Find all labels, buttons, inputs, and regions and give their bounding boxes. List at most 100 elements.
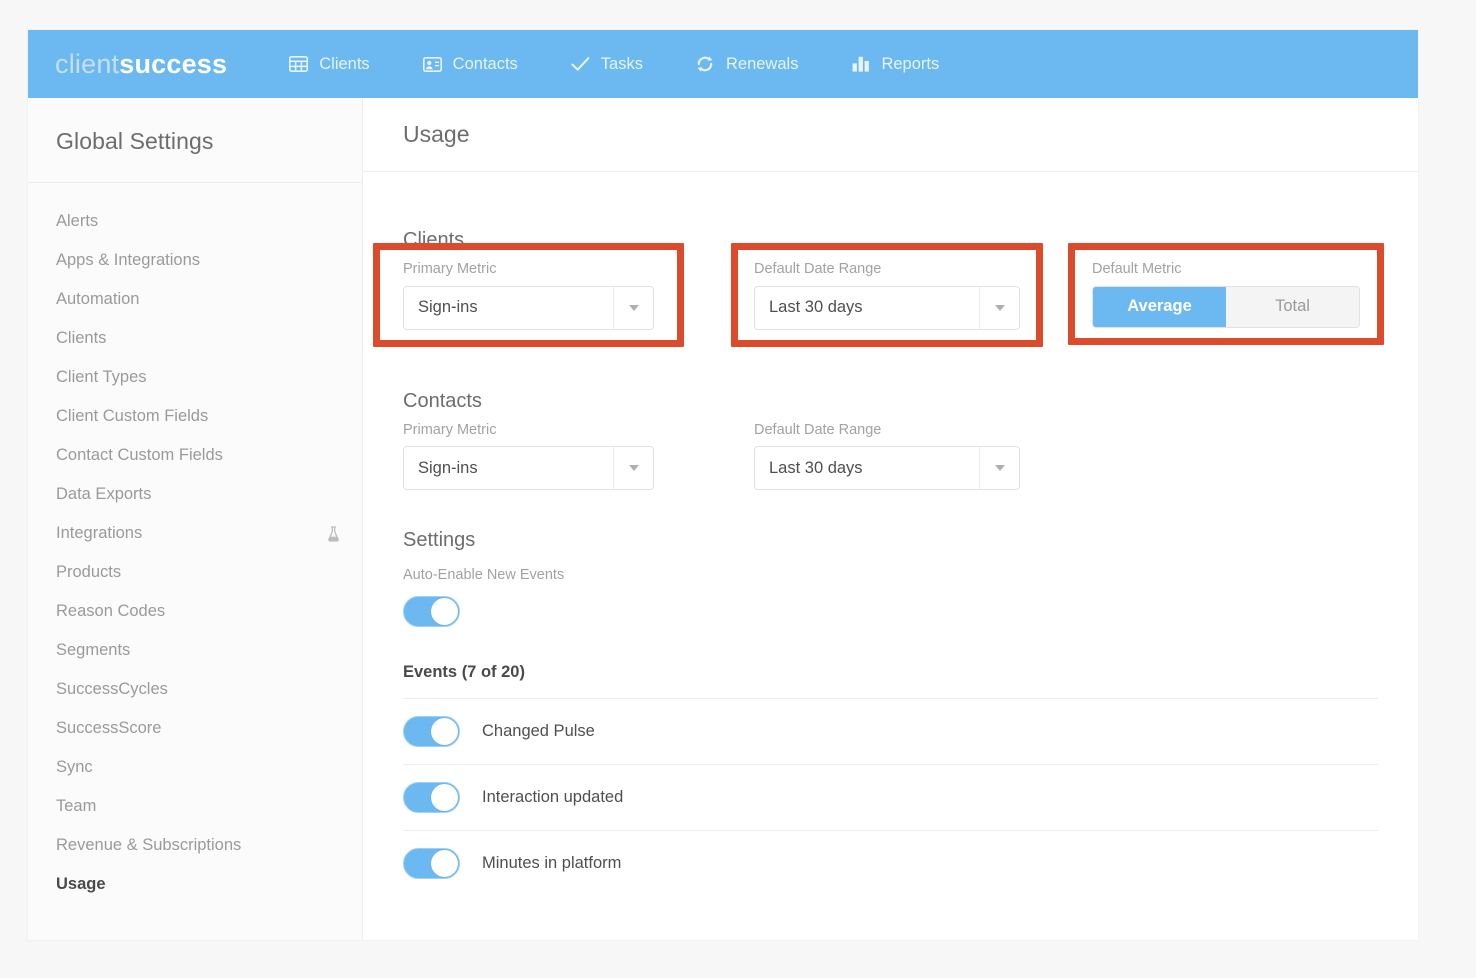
settings-section-heading: Settings bbox=[403, 529, 476, 551]
sidebar-item-label: Client Types bbox=[56, 368, 147, 386]
page-gutter-left bbox=[0, 0, 28, 978]
contacts-default-date-range-value: Last 30 days bbox=[769, 458, 863, 477]
contact-card-icon bbox=[422, 55, 442, 74]
sidebar-item-data-exports[interactable]: Data Exports bbox=[28, 475, 362, 514]
sidebar-item-contact-custom-fields[interactable]: Contact Custom Fields bbox=[28, 436, 362, 475]
toggle-knob bbox=[431, 597, 458, 625]
nav-item-contacts[interactable]: Contacts bbox=[422, 54, 518, 74]
chevron-down-icon[interactable] bbox=[613, 447, 653, 489]
sidebar-item-label: SuccessScore bbox=[56, 719, 162, 737]
sidebar-item-label: Automation bbox=[56, 290, 140, 308]
app-body: Global Settings Alerts Apps & Integratio… bbox=[28, 98, 1418, 940]
logo-text-client: client bbox=[55, 48, 120, 79]
sidebar-item-label: Alerts bbox=[56, 212, 99, 230]
clients-default-date-range-value: Last 30 days bbox=[769, 298, 863, 316]
sidebar-item-client-custom-fields[interactable]: Client Custom Fields bbox=[28, 397, 362, 436]
events-list: Changed Pulse Interaction updated Minute… bbox=[403, 697, 1378, 896]
nav-item-contacts-label: Contacts bbox=[452, 54, 518, 73]
page-gutter-bottom bbox=[0, 940, 1476, 978]
sidebar-item-revenue-subscriptions[interactable]: Revenue & Subscriptions bbox=[28, 826, 362, 865]
event-row: Interaction updated bbox=[403, 763, 1378, 830]
event-toggle-minutes-in-platform[interactable] bbox=[403, 847, 460, 879]
sidebar-item-sync[interactable]: Sync bbox=[28, 748, 362, 787]
sidebar-item-reason-codes[interactable]: Reason Codes bbox=[28, 592, 362, 631]
beaker-icon bbox=[326, 525, 340, 542]
sidebar-item-label: Apps & Integrations bbox=[56, 251, 201, 269]
contacts-primary-metric-select[interactable]: Sign-ins bbox=[403, 446, 654, 490]
sidebar-item-label: Reason Codes bbox=[56, 602, 166, 620]
sidebar-item-segments[interactable]: Segments bbox=[28, 631, 362, 670]
sidebar-item-alerts[interactable]: Alerts bbox=[28, 202, 362, 241]
page-gutter-top bbox=[0, 0, 1476, 30]
sidebar-item-clients[interactable]: Clients bbox=[28, 319, 362, 358]
settings-form: Clients Primary Metric Sign-ins Default … bbox=[363, 172, 1418, 940]
segment-average[interactable]: Average bbox=[1093, 286, 1226, 327]
sidebar-item-label: Products bbox=[56, 563, 122, 581]
sidebar-item-usage[interactable]: Usage bbox=[28, 865, 362, 904]
nav-item-renewals[interactable]: Renewals bbox=[696, 55, 798, 74]
nav-item-reports[interactable]: Reports bbox=[851, 55, 939, 74]
event-toggle-changed-pulse[interactable] bbox=[403, 715, 460, 747]
clientsuccess-logo[interactable]: clientsuccess bbox=[55, 48, 227, 79]
sidebar-item-products[interactable]: Products bbox=[28, 553, 362, 592]
chevron-down-icon[interactable] bbox=[613, 286, 653, 329]
sidebar-item-label: Client Custom Fields bbox=[56, 407, 209, 425]
contacts-default-date-range-select[interactable]: Last 30 days bbox=[754, 446, 1020, 490]
events-heading: Events (7 of 20) bbox=[403, 662, 525, 681]
nav-item-clients-label: Clients bbox=[319, 54, 370, 73]
clients-primary-metric-value: Sign-ins bbox=[418, 298, 478, 316]
contacts-primary-metric-label: Primary Metric bbox=[403, 421, 497, 438]
grid-icon bbox=[289, 55, 309, 74]
sidebar-item-successscore[interactable]: SuccessScore bbox=[28, 709, 362, 748]
sidebar-item-label: Contact Custom Fields bbox=[56, 446, 223, 464]
main-header: Usage bbox=[363, 98, 1418, 172]
sidebar-item-label: Data Exports bbox=[56, 485, 152, 503]
contacts-field-row: Primary Metric Sign-ins Default Date Ran… bbox=[403, 421, 1378, 490]
sidebar-item-apps-integrations[interactable]: Apps & Integrations bbox=[28, 241, 362, 280]
main-panel: Usage Clients Primary Metric Sign-ins De… bbox=[363, 98, 1418, 940]
clients-default-metric-label: Default Metric bbox=[1092, 261, 1182, 277]
nav-item-tasks-label: Tasks bbox=[600, 54, 643, 73]
clients-field-row: Primary Metric Sign-ins Default Date Ran… bbox=[373, 243, 1384, 347]
sidebar-item-label: Integrations bbox=[56, 524, 143, 542]
top-nav-links: Clients Contacts Tasks Renewals Reports bbox=[289, 55, 992, 74]
sidebar-item-integrations[interactable]: Integrations bbox=[28, 514, 362, 553]
chevron-down-icon[interactable] bbox=[979, 447, 1019, 489]
toggle-knob bbox=[431, 849, 458, 877]
clients-primary-metric-select[interactable]: Sign-ins bbox=[403, 285, 654, 330]
event-toggle-interaction-updated[interactable] bbox=[403, 781, 460, 813]
clients-default-date-range-label: Default Date Range bbox=[754, 261, 882, 277]
clients-primary-metric-label: Primary Metric bbox=[403, 261, 497, 277]
auto-enable-new-events-toggle[interactable] bbox=[403, 595, 460, 627]
check-icon bbox=[571, 55, 590, 74]
nav-item-clients[interactable]: Clients bbox=[289, 54, 370, 74]
sidebar-item-label: Revenue & Subscriptions bbox=[56, 836, 242, 854]
contacts-default-date-range-field: Default Date Range Last 30 days bbox=[754, 421, 1020, 490]
sidebar-item-label: Team bbox=[56, 797, 97, 815]
sidebar-item-label: Usage bbox=[56, 875, 106, 893]
sidebar-item-team[interactable]: Team bbox=[28, 787, 362, 826]
sidebar-item-label: SuccessCycles bbox=[56, 680, 168, 698]
sidebar-list: Alerts Apps & Integrations Automation Cl… bbox=[28, 183, 362, 904]
segment-average-label: Average bbox=[1127, 297, 1192, 315]
bar-chart-icon bbox=[851, 55, 870, 74]
event-label: Minutes in platform bbox=[482, 853, 622, 872]
chevron-down-icon[interactable] bbox=[979, 286, 1019, 329]
sidebar-item-client-types[interactable]: Client Types bbox=[28, 358, 362, 397]
contacts-primary-metric-field: Primary Metric Sign-ins bbox=[403, 421, 654, 490]
segment-total[interactable]: Total bbox=[1226, 287, 1359, 327]
toggle-knob bbox=[431, 717, 458, 745]
nav-item-tasks[interactable]: Tasks bbox=[571, 55, 643, 74]
nav-item-reports-label: Reports bbox=[881, 54, 940, 73]
event-label: Interaction updated bbox=[482, 787, 624, 806]
auto-enable-new-events-label: Auto-Enable New Events bbox=[403, 567, 565, 583]
sidebar-item-successcycles[interactable]: SuccessCycles bbox=[28, 670, 362, 709]
clients-default-date-range-select[interactable]: Last 30 days bbox=[754, 285, 1020, 330]
sidebar-title: Global Settings bbox=[56, 128, 214, 154]
clients-primary-metric-field: Primary Metric Sign-ins bbox=[373, 243, 684, 347]
event-row: Changed Pulse bbox=[403, 697, 1378, 764]
contacts-default-date-range-label: Default Date Range bbox=[754, 421, 882, 438]
sidebar-item-automation[interactable]: Automation bbox=[28, 280, 362, 319]
clients-default-metric-segmented-control: Average Total bbox=[1092, 285, 1360, 328]
segment-total-label: Total bbox=[1275, 297, 1310, 315]
